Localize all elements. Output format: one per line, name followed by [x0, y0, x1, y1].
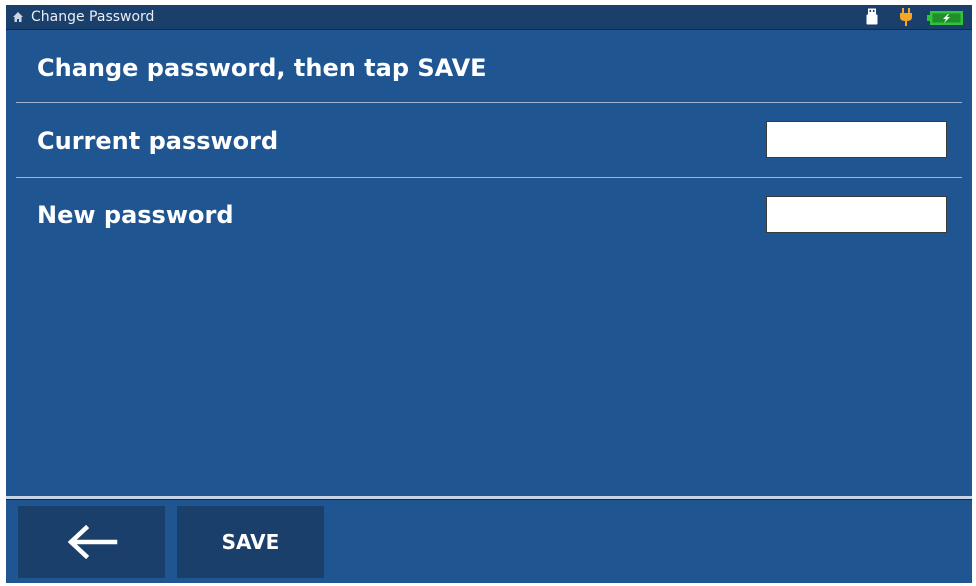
battery-charging-icon — [927, 11, 963, 25]
divider — [16, 102, 962, 103]
save-button[interactable]: SAVE — [177, 506, 324, 578]
home-icon[interactable] — [12, 11, 24, 23]
new-password-label: New password — [37, 201, 234, 229]
arrow-left-icon — [67, 525, 117, 559]
change-password-screen: Change Password Change password, then ta… — [6, 5, 972, 583]
usb-drive-icon — [866, 8, 878, 25]
current-password-input[interactable] — [766, 121, 947, 158]
power-plug-icon — [900, 8, 912, 26]
instructions-heading: Change password, then tap SAVE — [37, 54, 487, 82]
status-bar: Change Password — [6, 5, 972, 30]
bottom-toolbar: SAVE — [6, 500, 972, 583]
screen-title: Change Password — [31, 9, 155, 25]
new-password-input[interactable] — [766, 196, 947, 233]
back-button[interactable] — [18, 506, 165, 578]
divider — [16, 177, 962, 178]
current-password-label: Current password — [37, 127, 279, 155]
